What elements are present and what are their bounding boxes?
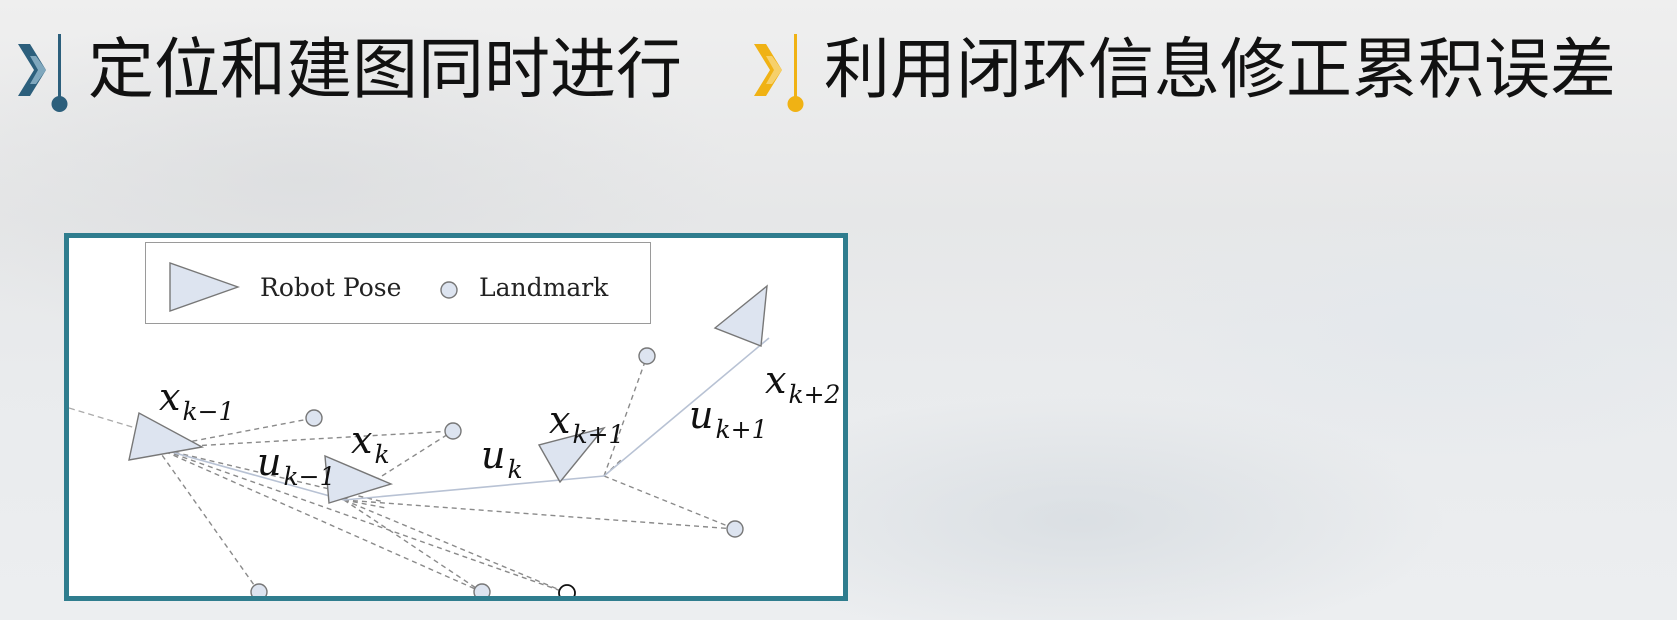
triangle-icon <box>169 262 240 312</box>
label-u-k: uk <box>481 433 523 484</box>
observation-lines <box>156 355 736 594</box>
left-title: 定位和建图同时进行 <box>88 31 682 108</box>
circle-icon <box>440 281 458 299</box>
landmark <box>473 583 491 596</box>
landmark <box>444 422 462 440</box>
legend-landmark-label: Landmark <box>479 273 609 302</box>
landmark <box>638 347 656 365</box>
landmark <box>250 583 268 596</box>
label-x-k-plus-2: xk+2 <box>765 358 841 409</box>
label-u-k-plus-1: uk+1 <box>689 393 768 444</box>
landmark <box>305 409 323 427</box>
chevron-pin-icon <box>18 34 68 112</box>
label-u-k-minus-1: uk−1 <box>257 440 336 491</box>
label-x-k-minus-1: xk−1 <box>159 375 235 426</box>
loop-closure-landmark <box>558 584 576 596</box>
landmark <box>726 520 744 538</box>
legend-robot-pose-label: Robot Pose <box>260 273 402 302</box>
odometry-lines <box>156 337 770 501</box>
robot-pose-xkp2 <box>713 284 768 347</box>
right-title: 利用闭环信息修正累积误差 <box>824 31 1616 108</box>
chevron-pin-icon <box>754 34 804 112</box>
label-x-k-plus-1: xk+1 <box>549 398 625 449</box>
slam-diagram-frame: Robot Pose Landmark xk−1 uk−1 xk uk xk+1… <box>64 233 848 601</box>
label-x-k: xk <box>351 418 390 469</box>
legend: Robot Pose Landmark <box>145 242 651 324</box>
